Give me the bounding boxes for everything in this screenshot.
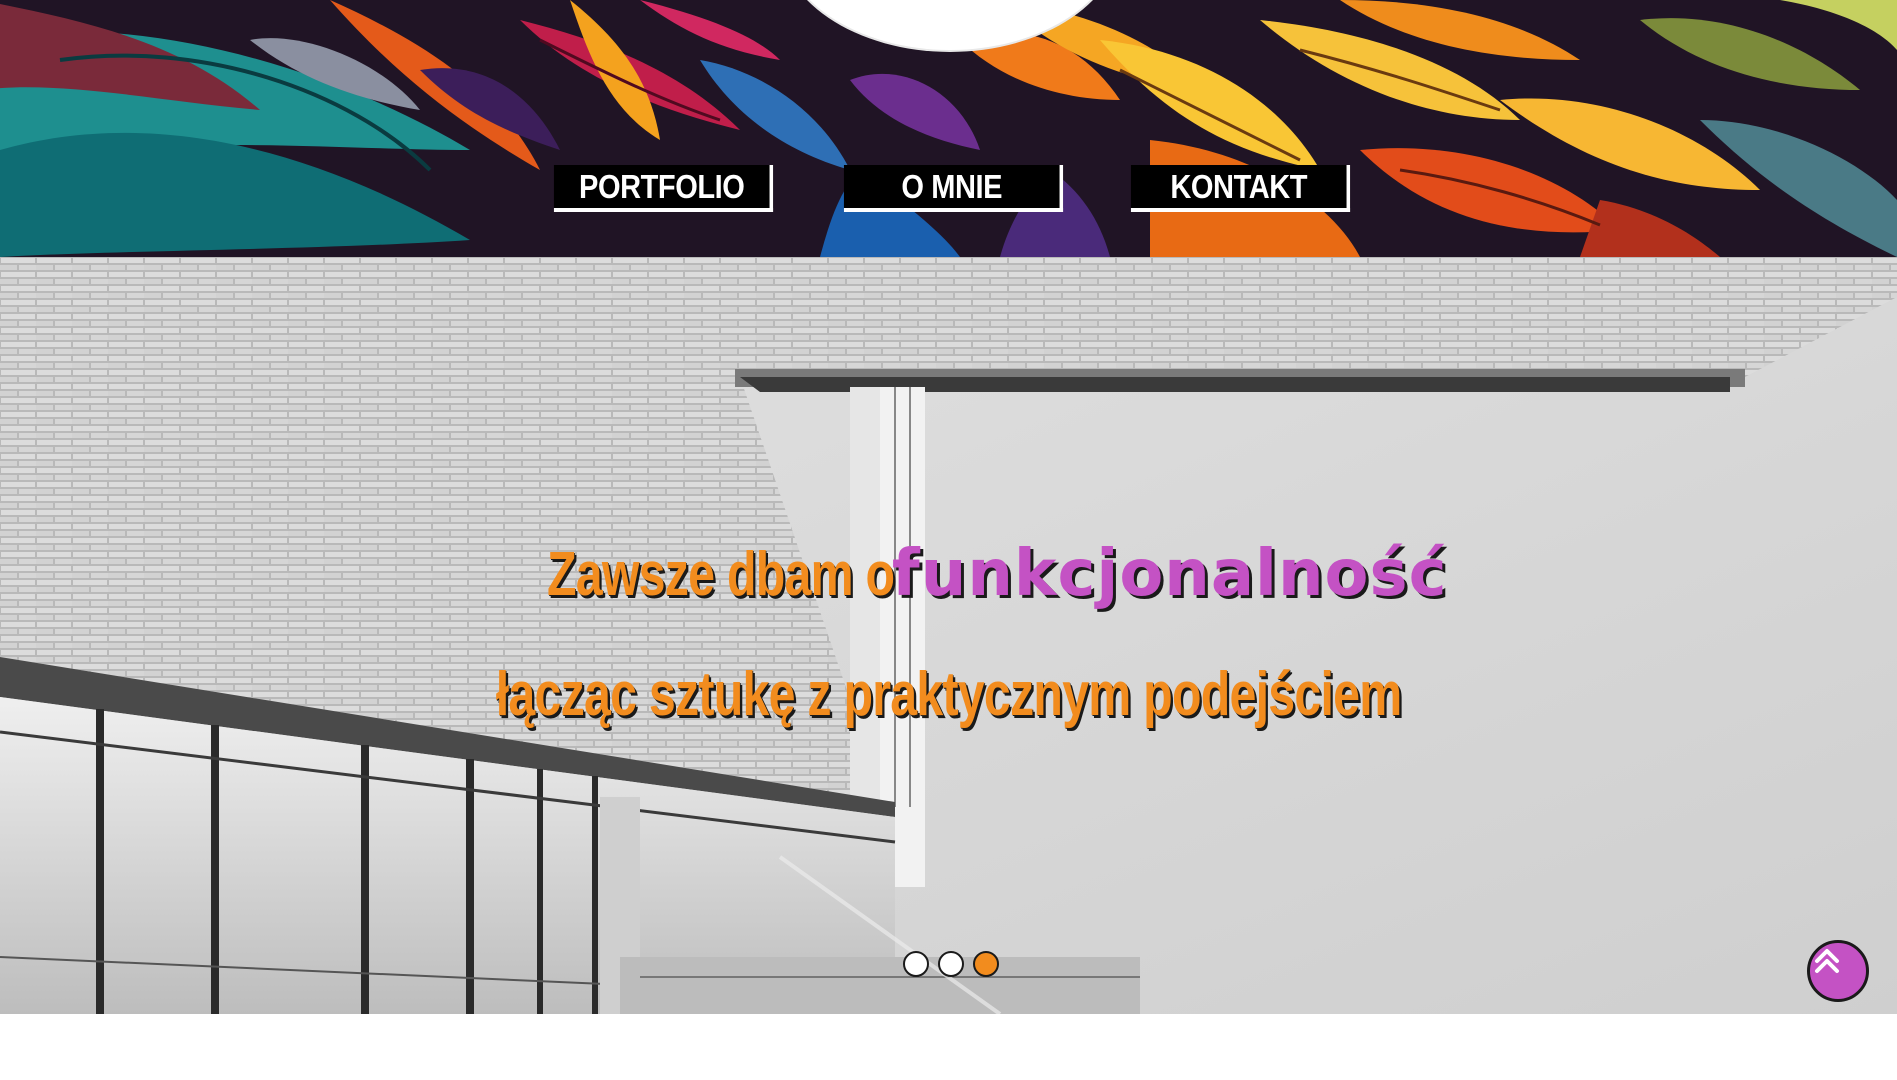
scroll-to-top-button[interactable] — [1807, 940, 1869, 1002]
slider-pagination — [903, 951, 999, 977]
hero-subheadline: łącząc sztukę z praktycznym podejściem — [495, 660, 1403, 729]
nav-contact-button[interactable]: KONTAKT — [1130, 165, 1351, 212]
main-navigation: PORTFOLIO O MNIE KONTAKT — [0, 165, 1897, 213]
hero-headline-line1: Zawsze dbam o funkcjonalność — [0, 537, 1897, 611]
nav-contact-label: KONTAKT — [1170, 167, 1308, 205]
nav-portfolio-label: PORTFOLIO — [579, 167, 745, 205]
nav-portfolio-button[interactable]: PORTFOLIO — [553, 165, 774, 212]
hero-headline-line2: łącząc sztukę z praktycznym podejściem — [0, 659, 1897, 730]
site-header: PORTFOLIO O MNIE KONTAKT — [0, 0, 1897, 257]
nav-about-label: O MNIE — [901, 167, 1003, 205]
slider-dot-2[interactable] — [938, 951, 964, 977]
hero-headline-main: Zawsze dbam o — [547, 540, 895, 609]
slider-dot-3-active[interactable] — [973, 951, 999, 977]
hero-headline-accent: funkcjonalność — [891, 537, 1448, 611]
double-chevron-up-icon — [1815, 949, 1839, 973]
building-photo-background — [0, 257, 1897, 1014]
hero-slider: Zawsze dbam o funkcjonalność łącząc sztu… — [0, 257, 1897, 1014]
slider-dot-1[interactable] — [903, 951, 929, 977]
nav-about-button[interactable]: O MNIE — [843, 165, 1064, 212]
page-bottom-spacer — [0, 1014, 1897, 1080]
